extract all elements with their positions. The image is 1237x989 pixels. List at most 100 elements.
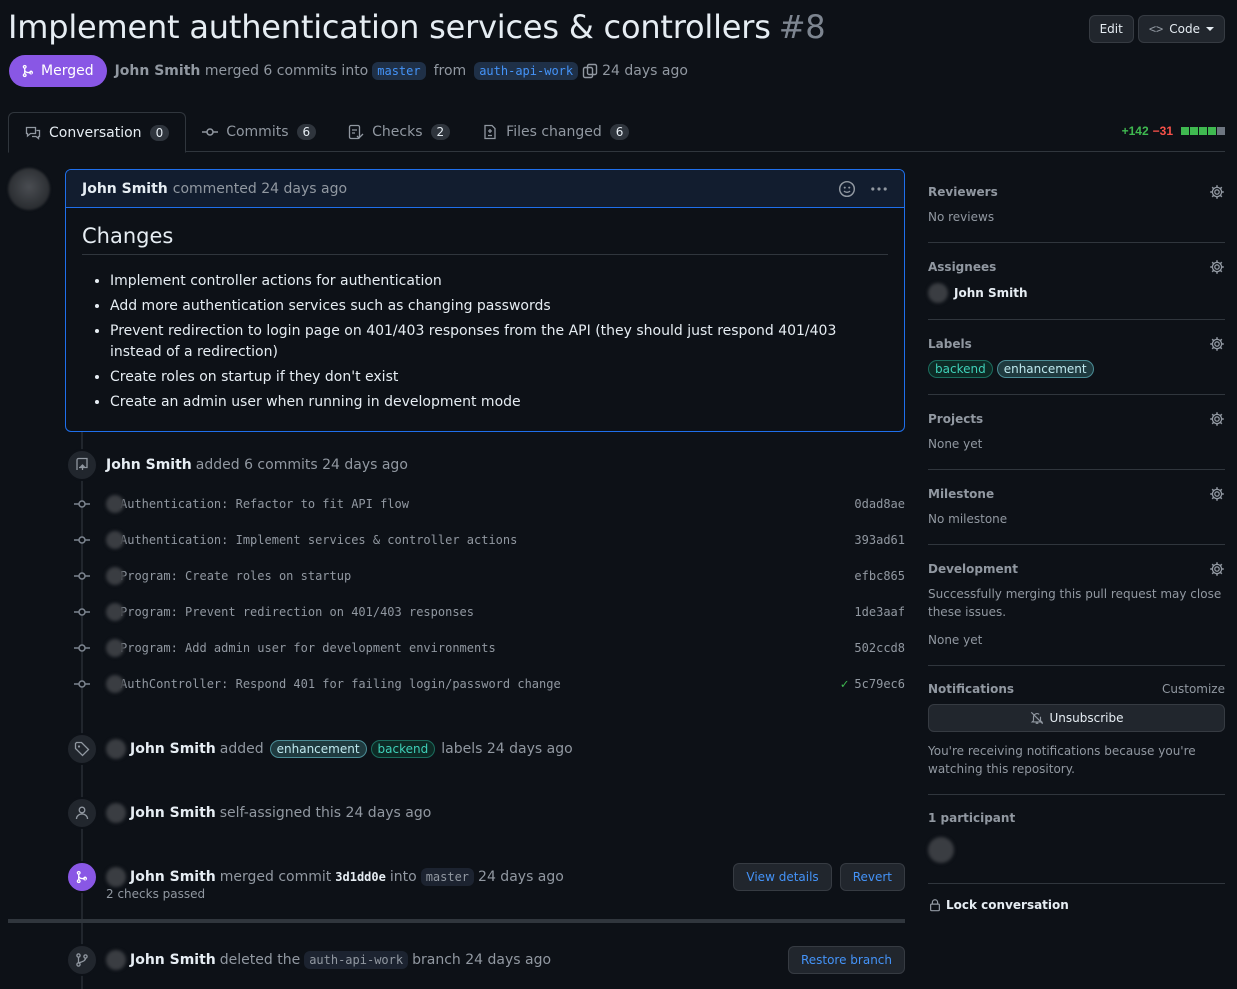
commit-sha[interactable]: efbc865 bbox=[854, 569, 905, 583]
checklist-icon bbox=[348, 124, 364, 140]
comment-author[interactable]: John Smith bbox=[82, 181, 168, 197]
commit-row: AuthController: Respond 401 for failing … bbox=[74, 674, 905, 694]
code-icon: <> bbox=[1148, 22, 1164, 36]
revert-button[interactable]: Revert bbox=[839, 863, 905, 891]
commit-sha[interactable]: 0dad8ae bbox=[854, 497, 905, 511]
avatar[interactable] bbox=[106, 639, 124, 657]
gear-icon[interactable] bbox=[1209, 411, 1225, 427]
tab-files-changed[interactable]: Files changed 6 bbox=[466, 112, 645, 152]
event-author[interactable]: John Smith bbox=[106, 457, 192, 473]
avatar[interactable] bbox=[106, 531, 124, 549]
restore-branch-button[interactable]: Restore branch bbox=[787, 946, 905, 974]
commit-message[interactable]: Program: Add admin user for development … bbox=[120, 641, 496, 655]
tab-commits-label: Commits bbox=[226, 124, 289, 140]
sidebar-notifications: Notifications Customize Unsubscribe You'… bbox=[928, 666, 1225, 795]
commit-icon bbox=[74, 496, 90, 512]
sidebar-milestone: Milestone No milestone bbox=[928, 470, 1225, 545]
sidebar-projects-value: None yet bbox=[928, 437, 983, 451]
gear-icon[interactable] bbox=[1209, 336, 1225, 352]
bell-slash-icon bbox=[1030, 711, 1043, 725]
avatar[interactable] bbox=[106, 567, 124, 585]
commit-icon bbox=[74, 604, 90, 620]
avatar[interactable] bbox=[106, 675, 124, 693]
deleted-branch[interactable]: auth-api-work bbox=[304, 951, 409, 969]
edit-button[interactable]: Edit bbox=[1088, 15, 1134, 43]
avatar[interactable] bbox=[106, 950, 126, 970]
assignee[interactable]: John Smith bbox=[928, 283, 1225, 303]
label-backend[interactable]: backend bbox=[370, 740, 436, 758]
conversation-icon bbox=[25, 126, 41, 140]
tab-conversation[interactable]: Conversation 0 bbox=[8, 112, 187, 153]
copy-icon[interactable] bbox=[582, 63, 598, 79]
commit-sha[interactable]: 1de3aaf bbox=[854, 605, 905, 619]
event-author[interactable]: John Smith bbox=[130, 741, 216, 757]
commit-row: Program: Prevent redirection on 401/403 … bbox=[74, 602, 905, 622]
event-time: 24 days ago bbox=[478, 869, 564, 885]
commit-icon bbox=[74, 676, 90, 692]
base-branch[interactable]: master bbox=[420, 868, 475, 886]
avatar[interactable] bbox=[106, 603, 124, 621]
pr-tabs: Conversation 0 Commits 6 Checks 2 Files … bbox=[8, 112, 1225, 153]
sidebar-development-title: Development bbox=[928, 562, 1018, 576]
commit-sha[interactable]: 393ad61 bbox=[854, 533, 905, 547]
commit-sha-text[interactable]: 5c79ec6 bbox=[854, 677, 905, 691]
checks-summary[interactable]: 2 checks passed bbox=[106, 887, 205, 901]
customize-link[interactable]: Customize bbox=[1162, 682, 1225, 696]
diffstat: +142 −31 bbox=[1122, 124, 1225, 138]
commit-message[interactable]: Authentication: Implement services & con… bbox=[120, 533, 517, 547]
sidebar-reviewers: Reviewers No reviews bbox=[928, 168, 1225, 243]
pr-author[interactable]: John Smith bbox=[115, 63, 201, 79]
check-icon[interactable]: ✓ bbox=[841, 677, 849, 692]
gear-icon[interactable] bbox=[1209, 486, 1225, 502]
avatar[interactable] bbox=[106, 739, 126, 759]
smiley-icon[interactable] bbox=[838, 180, 856, 198]
label-enhancement[interactable]: enhancement bbox=[269, 740, 367, 758]
commit-message[interactable]: Authentication: Refactor to fit API flow bbox=[120, 497, 409, 511]
gear-icon[interactable] bbox=[1209, 561, 1225, 577]
event-suffix: branch 24 days ago bbox=[412, 952, 552, 968]
commits-added-event: John Smith added 6 commits 24 days ago bbox=[66, 449, 905, 481]
sidebar-milestone-title: Milestone bbox=[928, 487, 995, 501]
merge-commit-sha[interactable]: 3d1dd0e bbox=[335, 870, 386, 884]
commit-sha[interactable]: 502ccd8 bbox=[854, 641, 905, 655]
diffstat-additions: +142 bbox=[1121, 124, 1149, 138]
unsubscribe-button[interactable]: Unsubscribe bbox=[928, 704, 1225, 732]
event-author[interactable]: John Smith bbox=[130, 869, 216, 885]
event-author[interactable]: John Smith bbox=[130, 805, 216, 821]
tab-checks[interactable]: Checks 2 bbox=[332, 112, 466, 152]
avatar[interactable] bbox=[106, 867, 126, 887]
event-author[interactable]: John Smith bbox=[130, 952, 216, 968]
lock-conversation-label: Lock conversation bbox=[946, 898, 1069, 912]
commit-row: Program: Create roles on startup efbc865 bbox=[74, 566, 905, 586]
code-button-label: Code bbox=[1169, 22, 1200, 36]
gear-icon[interactable] bbox=[1209, 259, 1225, 275]
tab-checks-label: Checks bbox=[372, 124, 423, 140]
avatar[interactable] bbox=[8, 168, 50, 210]
commit-sha: ✓ 5c79ec6 bbox=[841, 677, 905, 692]
gear-icon[interactable] bbox=[1209, 184, 1225, 200]
avatar[interactable] bbox=[928, 837, 954, 863]
kebab-horizontal-icon[interactable] bbox=[870, 180, 888, 198]
view-details-button[interactable]: View details bbox=[733, 863, 832, 891]
list-item: Implement controller actions for authent… bbox=[110, 271, 888, 292]
lock-conversation-link[interactable]: Lock conversation bbox=[928, 884, 1225, 912]
sidebar-labels: Labels backend enhancement bbox=[928, 320, 1225, 395]
label-enhancement[interactable]: enhancement bbox=[996, 360, 1094, 378]
base-branch[interactable]: master bbox=[372, 62, 426, 80]
event-text: merged commit bbox=[219, 869, 332, 885]
avatar[interactable] bbox=[106, 803, 126, 823]
commit-message[interactable]: Program: Create roles on startup bbox=[120, 569, 351, 583]
head-branch[interactable]: auth-api-work bbox=[474, 62, 579, 80]
tab-commits[interactable]: Commits 6 bbox=[186, 112, 332, 152]
commit-row: Authentication: Implement services & con… bbox=[74, 530, 905, 550]
repo-push-icon bbox=[66, 449, 98, 481]
commit-message[interactable]: AuthController: Respond 401 for failing … bbox=[120, 677, 561, 691]
label-backend[interactable]: backend bbox=[928, 360, 993, 378]
tab-conversation-label: Conversation bbox=[49, 124, 142, 141]
code-button[interactable]: <> Code bbox=[1137, 15, 1225, 43]
commit-message[interactable]: Program: Prevent redirection on 401/403 … bbox=[120, 605, 474, 619]
merge-icon bbox=[22, 64, 34, 78]
pr-title-text: Implement authentication services & cont… bbox=[8, 8, 771, 46]
pr-time: 24 days ago bbox=[602, 63, 688, 79]
avatar[interactable] bbox=[106, 495, 124, 513]
